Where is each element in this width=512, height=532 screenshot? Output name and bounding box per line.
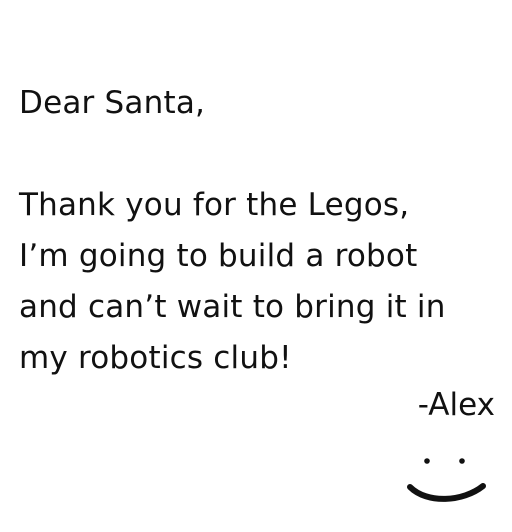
- letter-line: Thank you for the Legos,: [19, 187, 410, 223]
- smiley-face-icon: [407, 458, 486, 502]
- letter-line: I’m going to build a robot: [19, 238, 418, 274]
- right-eye-dot: [459, 458, 465, 464]
- smile-curve: [407, 483, 486, 502]
- letter-line: my robotics club!: [19, 340, 292, 376]
- signature-text: -Alex: [417, 387, 495, 423]
- greeting-text: Dear Santa,: [19, 85, 206, 121]
- letter-body: Dear Santa, Thank you for the Legos, I’m…: [19, 78, 499, 384]
- letter-line: and can’t wait to bring it in: [19, 289, 446, 325]
- left-eye-dot: [424, 458, 430, 464]
